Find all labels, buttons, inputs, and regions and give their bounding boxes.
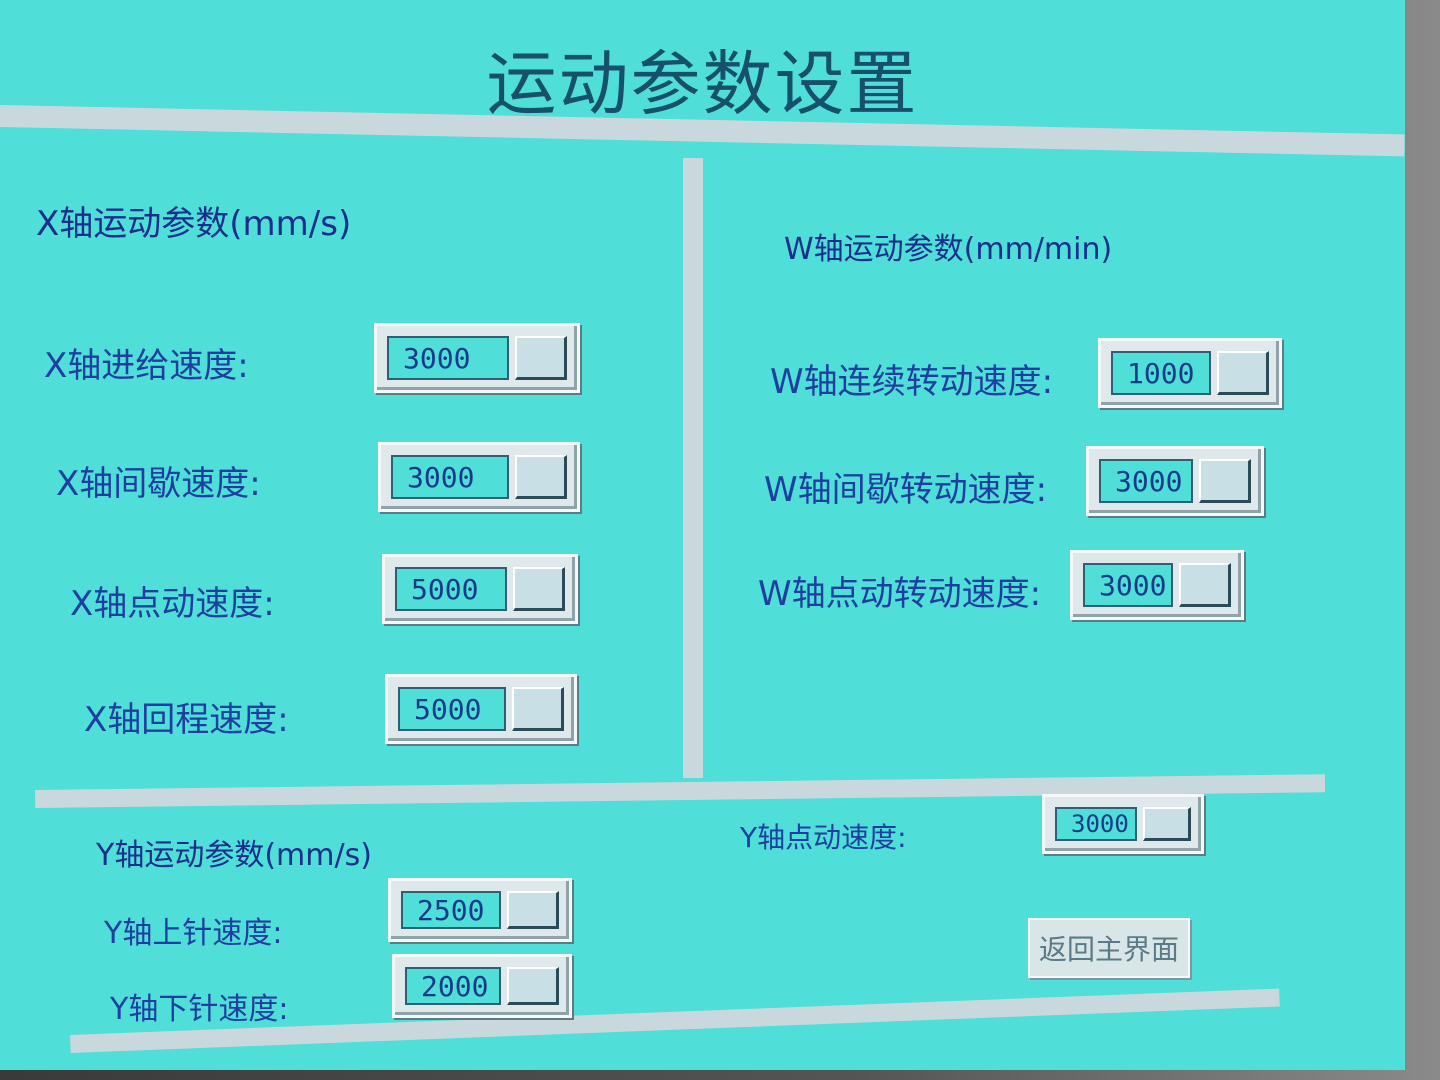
x-feed-speed-field[interactable]: 3000	[374, 323, 580, 393]
y-jog-speed-value[interactable]: 3000	[1055, 807, 1137, 841]
x-feed-speed-value[interactable]: 3000	[387, 336, 509, 380]
w-intermittent-speed-field[interactable]: 3000	[1086, 446, 1264, 516]
w-continuous-speed-label: W轴连续转动速度:	[770, 362, 1054, 402]
w-jog-speed-label: W轴点动转动速度:	[758, 574, 1042, 614]
w-intermittent-speed-edit-button[interactable]	[1199, 459, 1251, 503]
w-intermittent-speed-label: W轴间歇转动速度:	[764, 470, 1048, 510]
x-return-speed-label: X轴回程速度:	[84, 700, 289, 740]
x-return-speed-edit-button[interactable]	[512, 687, 564, 731]
w-jog-speed-edit-button[interactable]	[1179, 563, 1231, 607]
y-needle-up-speed-value[interactable]: 2500	[401, 891, 501, 929]
return-main-button[interactable]: 返回主界面	[1028, 918, 1190, 978]
x-intermittent-speed-label: X轴间歇速度:	[56, 464, 261, 504]
divider-vertical	[683, 158, 703, 778]
x-jog-speed-label: X轴点动速度:	[70, 584, 275, 624]
y-needle-down-speed-edit-button[interactable]	[507, 967, 559, 1005]
x-return-speed-value[interactable]: 5000	[398, 687, 506, 731]
y-needle-up-speed-label: Y轴上针速度:	[104, 916, 283, 951]
w-continuous-speed-value[interactable]: 1000	[1111, 351, 1211, 395]
x-jog-speed-value[interactable]: 5000	[395, 567, 507, 611]
x-intermittent-speed-edit-button[interactable]	[515, 455, 567, 499]
y-needle-up-speed-field[interactable]: 2500	[388, 878, 572, 942]
x-jog-speed-edit-button[interactable]	[513, 567, 565, 611]
y-needle-up-speed-edit-button[interactable]	[507, 891, 559, 929]
w-jog-speed-value[interactable]: 3000	[1083, 563, 1173, 607]
y-needle-down-speed-label: Y轴下针速度:	[110, 992, 289, 1027]
w-jog-speed-field[interactable]: 3000	[1070, 550, 1244, 620]
w-axis-section-title: W轴运动参数(mm/min)	[784, 232, 1113, 267]
w-continuous-speed-field[interactable]: 1000	[1098, 338, 1282, 408]
y-jog-speed-edit-button[interactable]	[1143, 807, 1191, 841]
x-jog-speed-field[interactable]: 5000	[382, 554, 578, 624]
x-axis-section-title: X轴运动参数(mm/s)	[36, 204, 352, 244]
x-intermittent-speed-value[interactable]: 3000	[391, 455, 509, 499]
x-intermittent-speed-field[interactable]: 3000	[378, 442, 580, 512]
w-intermittent-speed-value[interactable]: 3000	[1099, 459, 1193, 503]
hmi-screen: 运动参数设置 X轴运动参数(mm/s) X轴进给速度: 3000 X轴间歇速度:…	[0, 0, 1405, 1070]
y-jog-speed-field[interactable]: 3000	[1042, 794, 1204, 854]
y-jog-speed-label: Y轴点动速度:	[740, 821, 907, 854]
x-feed-speed-label: X轴进给速度:	[44, 346, 249, 386]
x-return-speed-field[interactable]: 5000	[385, 674, 577, 744]
y-needle-down-speed-value[interactable]: 2000	[405, 967, 501, 1005]
w-continuous-speed-edit-button[interactable]	[1217, 351, 1269, 395]
x-feed-speed-edit-button[interactable]	[515, 336, 567, 380]
y-axis-section-title: Y轴运动参数(mm/s)	[96, 838, 372, 873]
y-needle-down-speed-field[interactable]: 2000	[392, 954, 572, 1018]
